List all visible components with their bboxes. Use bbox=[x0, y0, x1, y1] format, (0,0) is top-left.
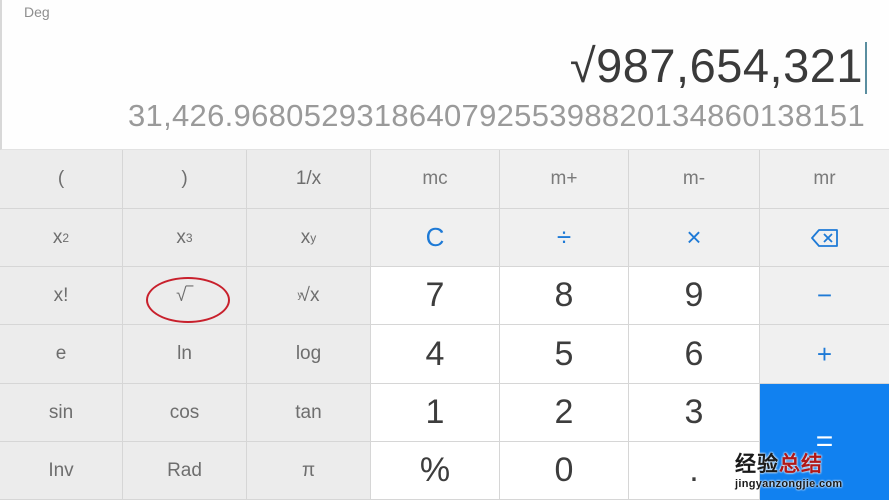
digit-0-key[interactable]: 0 bbox=[500, 442, 629, 500]
key-label: × bbox=[686, 222, 702, 252]
divide-key[interactable]: ÷ bbox=[500, 209, 629, 267]
key-label: + bbox=[816, 338, 833, 369]
key-label: . bbox=[689, 451, 699, 489]
key-label: √‾ bbox=[176, 284, 193, 306]
key-label: ) bbox=[181, 168, 188, 189]
key-label: 2 bbox=[554, 393, 574, 431]
key-label: log bbox=[295, 343, 322, 364]
key-label: m+ bbox=[550, 168, 578, 189]
digit-4-key[interactable]: 4 bbox=[371, 325, 500, 384]
multiply-key[interactable]: × bbox=[629, 209, 760, 267]
calculator-display: Deg √987,654,321 31,426.9680529318640792… bbox=[0, 0, 889, 150]
result-preview: 31,426.968052931864079255398820134860138… bbox=[128, 98, 865, 133]
digit-7-key[interactable]: 7 bbox=[371, 267, 500, 325]
key-label: m- bbox=[682, 168, 706, 189]
key-label: mr bbox=[813, 168, 836, 189]
key-superscript: 3 bbox=[185, 230, 193, 245]
memory-recall-key[interactable]: mr bbox=[760, 150, 889, 209]
natural-log-key[interactable]: ln bbox=[123, 325, 247, 384]
key-label: 0 bbox=[554, 451, 574, 489]
key-label: Inv bbox=[48, 459, 74, 481]
digit-2-key[interactable]: 2 bbox=[500, 384, 629, 442]
key-label: 1/x bbox=[295, 168, 322, 189]
keypad: ( ) 1/x mc m+ m- mr x2 x3 xy C ÷ × x! √‾… bbox=[0, 150, 889, 500]
close-paren-key[interactable]: ) bbox=[123, 150, 247, 209]
square-key[interactable]: x2 bbox=[0, 209, 123, 267]
backspace-key[interactable] bbox=[760, 209, 889, 267]
key-label: 7 bbox=[425, 276, 445, 314]
key-label: x bbox=[300, 226, 311, 248]
memory-subtract-key[interactable]: m- bbox=[629, 150, 760, 209]
key-label: e bbox=[55, 343, 67, 364]
clear-key[interactable]: C bbox=[371, 209, 500, 267]
log-key[interactable]: log bbox=[247, 325, 371, 384]
text-cursor bbox=[865, 42, 867, 94]
key-label: ÷ bbox=[556, 222, 572, 252]
digit-5-key[interactable]: 5 bbox=[500, 325, 629, 384]
key-label: √x bbox=[299, 284, 320, 306]
square-root-key[interactable]: √‾ bbox=[123, 267, 247, 325]
decimal-point-key[interactable]: . bbox=[629, 442, 760, 500]
key-label: sin bbox=[48, 401, 74, 423]
key-label: x bbox=[176, 226, 186, 248]
key-label: ln bbox=[177, 343, 192, 364]
key-label: 4 bbox=[425, 334, 445, 373]
key-label: 8 bbox=[554, 276, 574, 314]
key-superscript: y bbox=[310, 230, 317, 245]
key-label: mc bbox=[422, 168, 448, 189]
key-label: 3 bbox=[684, 393, 704, 431]
key-label: x! bbox=[53, 284, 69, 306]
key-label: = bbox=[815, 425, 834, 458]
angle-mode-indicator: Deg bbox=[24, 4, 50, 20]
expression-input[interactable]: √987,654,321 bbox=[570, 38, 863, 93]
sin-key[interactable]: sin bbox=[0, 384, 123, 442]
memory-add-key[interactable]: m+ bbox=[500, 150, 629, 209]
key-label: 1 bbox=[425, 393, 445, 431]
percent-key[interactable]: % bbox=[371, 442, 500, 500]
power-key[interactable]: xy bbox=[247, 209, 371, 267]
nth-root-key[interactable]: y √x bbox=[247, 267, 371, 325]
key-label: cos bbox=[169, 401, 200, 423]
memory-clear-key[interactable]: mc bbox=[371, 150, 500, 209]
digit-1-key[interactable]: 1 bbox=[371, 384, 500, 442]
cos-key[interactable]: cos bbox=[123, 384, 247, 442]
key-label: − bbox=[816, 280, 833, 310]
key-label: C bbox=[425, 222, 445, 252]
key-label: 6 bbox=[684, 334, 704, 373]
key-label: % bbox=[419, 451, 451, 489]
factorial-key[interactable]: x! bbox=[0, 267, 123, 325]
subtract-key[interactable]: − bbox=[760, 267, 889, 325]
add-key[interactable]: + bbox=[760, 325, 889, 384]
key-label: π bbox=[301, 459, 316, 481]
key-label: ( bbox=[57, 168, 65, 189]
euler-key[interactable]: e bbox=[0, 325, 123, 384]
pi-key[interactable]: π bbox=[247, 442, 371, 500]
tan-key[interactable]: tan bbox=[247, 384, 371, 442]
equals-key[interactable]: = bbox=[760, 384, 889, 500]
digit-9-key[interactable]: 9 bbox=[629, 267, 760, 325]
key-label: Rad bbox=[167, 459, 202, 481]
backspace-icon bbox=[810, 228, 838, 247]
key-label: tan bbox=[295, 401, 322, 423]
key-label: 9 bbox=[684, 276, 704, 314]
rad-deg-toggle-key[interactable]: Rad bbox=[123, 442, 247, 500]
digit-3-key[interactable]: 3 bbox=[629, 384, 760, 442]
cube-key[interactable]: x3 bbox=[123, 209, 247, 267]
inverse-key[interactable]: Inv bbox=[0, 442, 123, 500]
key-superscript: 2 bbox=[62, 230, 70, 245]
digit-6-key[interactable]: 6 bbox=[629, 325, 760, 384]
digit-8-key[interactable]: 8 bbox=[500, 267, 629, 325]
open-paren-key[interactable]: ( bbox=[0, 150, 123, 209]
key-label: 5 bbox=[554, 334, 574, 373]
reciprocal-key[interactable]: 1/x bbox=[247, 150, 371, 209]
key-label: x bbox=[52, 226, 63, 248]
